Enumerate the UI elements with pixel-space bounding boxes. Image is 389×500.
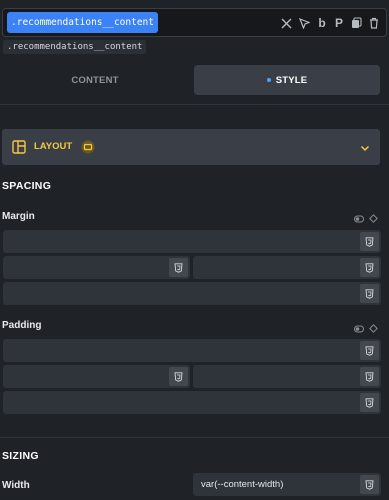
tab-style-label: STYLE: [275, 74, 308, 86]
bold-b-icon[interactable]: b: [313, 14, 331, 32]
diamond-icon[interactable]: [369, 210, 378, 228]
layout-display-badge-icon: [81, 140, 95, 154]
padding-top-field[interactable]: [3, 339, 381, 362]
css-icon[interactable]: [360, 341, 379, 360]
margin-left-field[interactable]: [3, 256, 190, 279]
selector-bar: .recommendations__content b P: [2, 8, 387, 37]
width-value: var(--content-width): [201, 479, 284, 490]
tab-content[interactable]: CONTENT: [2, 65, 188, 95]
copy-icon[interactable]: [347, 14, 365, 32]
css-icon[interactable]: [169, 258, 188, 277]
toggle-icon[interactable]: [354, 210, 364, 228]
margin-tools: [354, 210, 378, 228]
chevron-down-icon[interactable]: [359, 141, 371, 153]
margin-bottom-field[interactable]: [3, 282, 381, 305]
sizing-section-title: SIZING: [2, 450, 39, 462]
css-icon[interactable]: [360, 393, 379, 412]
padding-right-field[interactable]: [193, 365, 381, 388]
toggle-icon[interactable]: [354, 320, 364, 338]
css-icon[interactable]: [360, 258, 379, 277]
css-icon[interactable]: [360, 367, 379, 386]
layout-section-header[interactable]: LAYOUT: [2, 129, 380, 165]
close-icon[interactable]: [277, 14, 295, 32]
css-icon[interactable]: [169, 367, 188, 386]
trash-icon[interactable]: [365, 14, 383, 32]
divider: [0, 104, 389, 105]
tab-content-label: CONTENT: [71, 74, 119, 86]
pointer-icon[interactable]: [295, 14, 313, 32]
diamond-icon[interactable]: [369, 320, 378, 338]
width-field[interactable]: var(--content-width): [193, 473, 381, 496]
spacing-section-title: SPACING: [2, 180, 52, 192]
paragraph-p-icon[interactable]: P: [330, 14, 348, 32]
margin-right-field[interactable]: [193, 256, 381, 279]
css-icon[interactable]: [360, 232, 379, 251]
padding-bottom-field[interactable]: [3, 391, 381, 414]
layout-title: LAYOUT: [34, 141, 73, 152]
layout-grid-icon: [11, 139, 27, 155]
active-dot-icon: [266, 78, 271, 82]
tab-style[interactable]: STYLE: [194, 65, 380, 95]
css-icon[interactable]: [360, 284, 379, 303]
padding-label: Padding: [2, 320, 42, 331]
padding-tools: [354, 320, 378, 338]
selector-chip[interactable]: .recommendations__content: [7, 12, 158, 33]
padding-left-field[interactable]: [3, 365, 190, 388]
width-label: Width: [2, 480, 30, 491]
margin-top-field[interactable]: [3, 230, 381, 253]
divider: [0, 437, 389, 438]
margin-label: Margin: [2, 211, 35, 222]
css-icon[interactable]: [360, 475, 379, 494]
class-tag: .recommendations__content: [3, 40, 147, 54]
